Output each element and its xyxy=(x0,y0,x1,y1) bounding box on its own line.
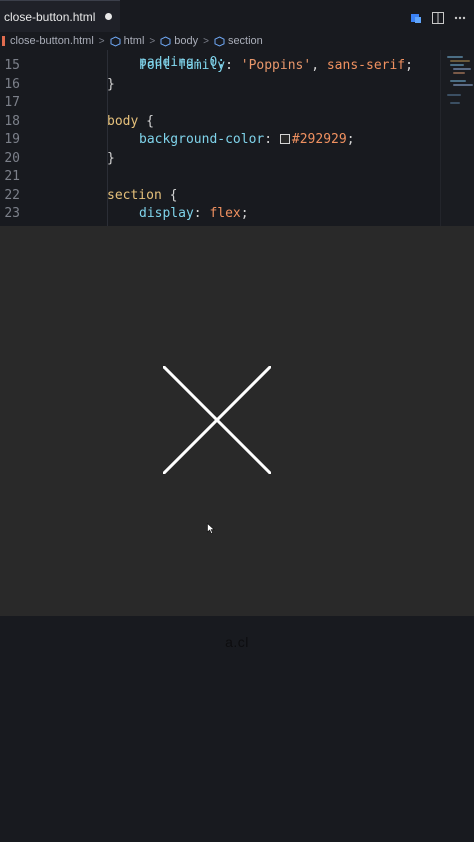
cube-icon xyxy=(160,35,171,47)
cube-icon xyxy=(214,35,225,47)
code-token: : xyxy=(193,206,210,221)
editor-actions xyxy=(410,9,466,24)
code-line: 22 section { xyxy=(0,188,440,206)
code-token: ; xyxy=(240,206,249,221)
line-number: 17 xyxy=(4,95,20,110)
code-token: } xyxy=(107,76,115,92)
code-text: display: flex; xyxy=(139,206,249,221)
code-text: section { xyxy=(107,188,177,203)
code-token: { xyxy=(138,113,154,129)
line-number: 20 xyxy=(4,150,20,166)
code-token: display xyxy=(139,206,194,221)
line-number: 15 xyxy=(4,58,20,73)
breadcrumb-section[interactable]: section xyxy=(214,35,263,47)
code-line: 15 font-family: 'Poppins', sans-serif; xyxy=(0,58,440,76)
code-token: font-family xyxy=(139,58,226,73)
breadcrumb-html[interactable]: html xyxy=(110,35,145,47)
line-number: 21 xyxy=(4,169,20,184)
code-token: : xyxy=(225,58,241,73)
code-token: background-color xyxy=(139,132,265,147)
code-token: : xyxy=(264,132,280,147)
minimap-line xyxy=(450,102,460,104)
more-actions-icon[interactable] xyxy=(454,9,466,21)
line-number: 16 xyxy=(4,76,20,92)
code-text: } xyxy=(107,151,115,166)
code-line: 16} xyxy=(0,77,440,95)
minimap[interactable] xyxy=(440,50,474,226)
tab-title: close-button.html xyxy=(4,9,96,24)
code-token: flex xyxy=(209,206,241,221)
minimap-line xyxy=(447,56,463,58)
go-live-icon[interactable] xyxy=(410,9,422,23)
line-number: 19 xyxy=(4,132,20,147)
code-text: background-color: #292929; xyxy=(139,132,355,147)
unsaved-dot-icon[interactable] xyxy=(105,13,113,20)
tab-bar: close-button.html xyxy=(0,0,474,32)
code-token: 'Poppins' xyxy=(240,58,312,73)
code-token: } xyxy=(107,150,115,166)
code-text: body { xyxy=(107,114,154,129)
code-text: } xyxy=(107,77,115,92)
minimap-line xyxy=(450,60,470,62)
code-token: ; xyxy=(405,58,413,73)
code-line-partial: padding: 0; xyxy=(0,50,440,70)
split-editor-icon[interactable] xyxy=(432,9,444,24)
code-line: 18 body { xyxy=(0,114,440,132)
breadcrumb-body-label: body xyxy=(174,35,199,47)
code-snippet-text: a.cl xyxy=(225,634,249,650)
minimap-line xyxy=(450,64,464,66)
code-token: sans-serif xyxy=(326,58,406,73)
breadcrumb: close-button.html > html > body > sectio… xyxy=(0,32,474,50)
minimap-line xyxy=(450,80,466,82)
breadcrumb-file[interactable]: close-button.html xyxy=(10,35,94,47)
close-x-icon[interactable] xyxy=(163,366,271,474)
code-line: 20} xyxy=(0,151,440,169)
minimap-line xyxy=(453,68,471,70)
code-token: body xyxy=(107,113,139,129)
tab-close-button-html[interactable]: close-button.html xyxy=(0,0,121,32)
code-line: 19 background-color: #292929; xyxy=(0,132,440,150)
minimap-line xyxy=(453,72,465,74)
code-token: #292929 xyxy=(291,132,347,147)
code-text: font-family: 'Poppins', sans-serif; xyxy=(139,58,413,73)
mouse-pointer-icon xyxy=(207,523,215,534)
code-editor[interactable]: padding: 0; 15 font-family: 'Poppins', sa… xyxy=(0,50,474,226)
code-token: , xyxy=(311,58,327,73)
cube-icon xyxy=(110,35,121,47)
code-token: ; xyxy=(346,132,355,147)
breadcrumb-html-label: html xyxy=(123,35,145,47)
minimap-line xyxy=(453,84,473,86)
code-token: section xyxy=(107,187,162,203)
breadcrumb-section-label: section xyxy=(227,35,263,47)
code-line: 21 xyxy=(0,169,440,187)
line-number: 18 xyxy=(4,113,20,129)
code-line: 23 display: flex; xyxy=(0,206,440,224)
chevron-right-icon: > xyxy=(203,35,209,47)
breadcrumb-body[interactable]: body xyxy=(160,35,198,47)
color-swatch-icon[interactable] xyxy=(279,134,290,144)
code-token: { xyxy=(161,187,178,203)
line-number: 22 xyxy=(4,187,20,203)
code-line: 17 xyxy=(0,95,440,113)
minimap-line xyxy=(447,94,461,96)
chevron-right-icon: > xyxy=(98,35,105,47)
file-type-icon xyxy=(2,36,5,46)
chevron-right-icon: > xyxy=(149,35,156,47)
line-number: 23 xyxy=(4,206,20,221)
